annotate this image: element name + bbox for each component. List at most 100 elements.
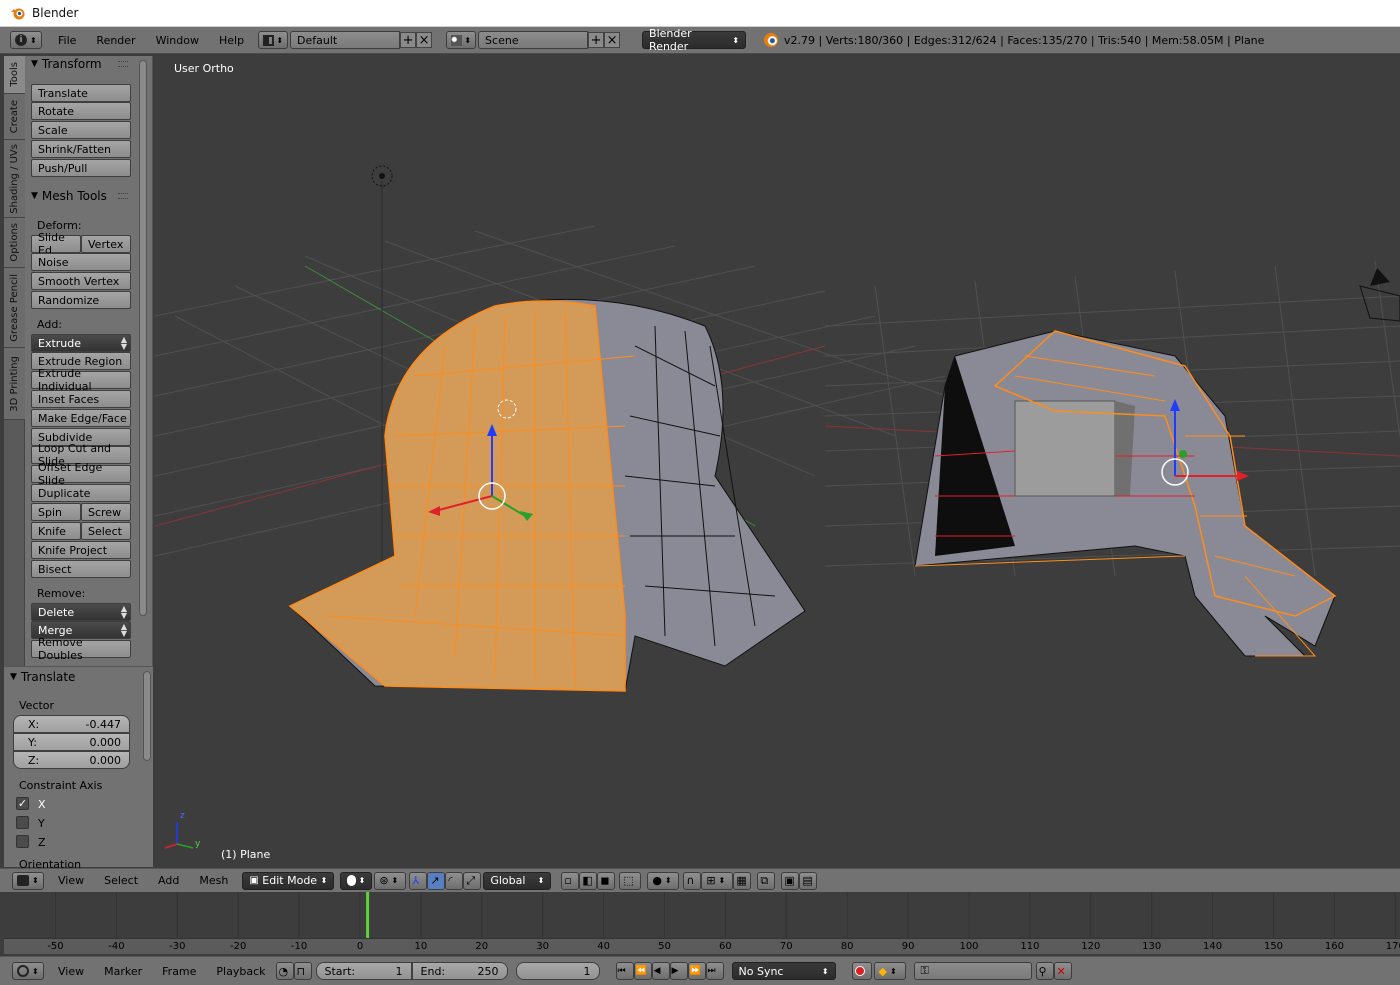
vector-y-field[interactable]: Y: 0.000 bbox=[13, 733, 130, 751]
cube-object[interactable] bbox=[1014, 400, 1116, 497]
translate-operator-header[interactable]: ▼ Translate bbox=[10, 669, 75, 685]
slide-edge-button[interactable]: Slide Ed bbox=[31, 231, 81, 257]
limit-selection-visible-button[interactable]: ⬚ bbox=[619, 871, 642, 890]
timeline-menu-marker[interactable]: Marker bbox=[94, 965, 152, 978]
proportional-editing-select[interactable]: ● ⬍ bbox=[647, 871, 680, 890]
jump-start-icon[interactable]: ⏮ bbox=[615, 962, 634, 980]
layout-name-field[interactable]: Default bbox=[290, 31, 401, 49]
jump-keyframe-forward-icon[interactable]: ⏩ bbox=[687, 962, 706, 980]
3d-viewport[interactable]: User Ortho (1) Plane z y bbox=[155, 56, 1400, 868]
knife-button[interactable]: Knife bbox=[31, 522, 81, 540]
preview-range-toggle[interactable]: ◔ bbox=[275, 962, 294, 980]
remove-layout-icon[interactable]: × bbox=[416, 32, 433, 48]
tool-shelf-scrollbar[interactable] bbox=[139, 60, 147, 616]
snap-target-button[interactable]: ▦ bbox=[733, 871, 752, 890]
timeline-menu-view[interactable]: View bbox=[48, 965, 94, 978]
tab-options[interactable]: Options bbox=[4, 218, 25, 268]
play-reverse-icon[interactable]: ◀ bbox=[651, 962, 670, 980]
extrude-menu-button[interactable]: Extrude ▲ ▼ bbox=[31, 334, 131, 352]
uv-copy-button[interactable]: ⧉ bbox=[757, 871, 776, 890]
menu-select[interactable]: Select bbox=[94, 874, 148, 887]
panel-grip-icon[interactable] bbox=[118, 61, 128, 67]
keying-mode-select[interactable]: ◆ ⬍ bbox=[873, 962, 906, 980]
edge-select-mode-button[interactable]: ◧ bbox=[579, 871, 598, 890]
keying-set-field[interactable]: ⚿ bbox=[913, 962, 1032, 980]
manipulator-toggle[interactable]: ⅄ bbox=[409, 871, 428, 890]
timeline-ruler[interactable]: -50 -40 -30 -20 -10 0 10 20 30 40 50 60 70 80 90 100 110… bbox=[4, 938, 1400, 954]
constraint-z-checkbox[interactable] bbox=[16, 835, 29, 848]
constraint-y-checkbox[interactable] bbox=[16, 816, 29, 829]
scale-manipulator-toggle[interactable]: ⤢ bbox=[463, 871, 482, 890]
bisect-button[interactable]: Bisect bbox=[31, 560, 131, 578]
timeline-menu-frame[interactable]: Frame bbox=[152, 965, 206, 978]
shrink-fatten-button[interactable]: Shrink/Fatten bbox=[31, 140, 131, 158]
remove-scene-icon[interactable]: × bbox=[604, 32, 621, 48]
menu-view[interactable]: View bbox=[48, 874, 94, 887]
rotate-button[interactable]: Rotate bbox=[31, 102, 131, 120]
menu-render[interactable]: Render bbox=[86, 34, 145, 47]
menu-help[interactable]: Help bbox=[209, 34, 254, 47]
scale-button[interactable]: Scale bbox=[31, 121, 131, 139]
knife-select-button[interactable]: Select bbox=[81, 522, 131, 540]
auto-keying-toggle[interactable] bbox=[851, 962, 872, 980]
scene-name-field[interactable]: Scene bbox=[478, 31, 589, 49]
constraint-x-checkbox[interactable]: ✓ bbox=[16, 797, 29, 810]
insert-keyframe-button[interactable]: ⚲ bbox=[1035, 962, 1054, 980]
duplicate-button[interactable]: Duplicate bbox=[31, 484, 131, 502]
delete-menu-button[interactable]: Delete ▲ ▼ bbox=[31, 603, 131, 621]
menu-add[interactable]: Add bbox=[148, 874, 189, 887]
tab-shading-uvs[interactable]: Shading / UVs bbox=[4, 140, 25, 218]
end-frame-field[interactable]: End: 250 bbox=[411, 962, 508, 980]
viewport-shading-select[interactable]: ⬍ bbox=[340, 871, 373, 890]
tab-grease-pencil[interactable]: Grease Pencil bbox=[4, 268, 25, 348]
add-scene-icon[interactable]: + bbox=[588, 32, 605, 48]
tab-create[interactable]: Create bbox=[4, 94, 25, 140]
delete-keyframe-button[interactable]: ✕ bbox=[1053, 962, 1072, 980]
tab-3d-printing[interactable]: 3D Printing bbox=[4, 348, 25, 420]
start-frame-field[interactable]: Start: 1 bbox=[315, 962, 412, 980]
editor-type-3d-button[interactable]: ⬍ bbox=[12, 871, 44, 890]
panel-grip-icon[interactable] bbox=[118, 193, 128, 199]
transform-panel-header[interactable]: ▼ Transform bbox=[31, 56, 102, 72]
knife-project-button[interactable]: Knife Project bbox=[31, 541, 131, 559]
snap-toggle[interactable]: ∩ bbox=[683, 871, 702, 890]
gizmo-x-arrowhead-right-icon[interactable] bbox=[1237, 471, 1249, 481]
face-select-mode-button[interactable]: ◼ bbox=[597, 871, 616, 890]
right-hood-mesh[interactable] bbox=[914, 330, 1337, 657]
current-frame-field[interactable]: 1 bbox=[515, 962, 600, 980]
screen-layout-button[interactable]: ⬍ bbox=[258, 31, 289, 49]
remove-doubles-button[interactable]: Remove Doubles bbox=[31, 636, 131, 662]
spin-button[interactable]: Spin bbox=[31, 503, 81, 521]
jump-keyframe-back-icon[interactable]: ⏪ bbox=[633, 962, 652, 980]
pivot-point-select[interactable]: ⊛ ⬍ bbox=[374, 871, 407, 890]
snap-element-select[interactable]: ⊞ ⬍ bbox=[701, 871, 734, 890]
randomize-button[interactable]: Randomize bbox=[31, 291, 131, 309]
translate-manipulator-toggle[interactable]: ↗ bbox=[427, 871, 446, 890]
add-layout-icon[interactable]: + bbox=[400, 32, 417, 48]
play-icon[interactable]: ▶ bbox=[669, 962, 688, 980]
smooth-vertex-button[interactable]: Smooth Vertex bbox=[31, 272, 131, 290]
transform-orientation-select[interactable]: Global ⬍ bbox=[483, 871, 552, 890]
vector-x-field[interactable]: X: -0.447 bbox=[13, 715, 130, 733]
push-pull-button[interactable]: Push/Pull bbox=[31, 159, 131, 177]
tab-tools[interactable]: Tools bbox=[4, 56, 25, 94]
left-hood-mesh[interactable] bbox=[288, 298, 806, 692]
opengl-render-animation-button[interactable]: ▤ bbox=[799, 871, 818, 890]
camera-object-icon[interactable] bbox=[1359, 285, 1400, 322]
slide-vertex-button[interactable]: Vertex bbox=[81, 235, 131, 253]
mesh-tools-panel-header[interactable]: ▼ Mesh Tools bbox=[31, 188, 107, 204]
opengl-render-image-button[interactable]: ▣ bbox=[781, 871, 800, 890]
menu-mesh[interactable]: Mesh bbox=[189, 874, 238, 887]
mode-select[interactable]: ▣ Edit Mode ⬍ bbox=[242, 871, 335, 890]
redo-panel-scrollbar[interactable] bbox=[143, 671, 151, 761]
screw-button[interactable]: Screw bbox=[81, 503, 131, 521]
vector-z-field[interactable]: Z: 0.000 bbox=[13, 751, 130, 769]
jump-end-icon[interactable]: ⏭ bbox=[705, 962, 724, 980]
sync-mode-select[interactable]: No Sync ⬍ bbox=[731, 962, 836, 980]
offset-edge-slide-button[interactable]: Offset Edge Slide bbox=[31, 461, 131, 487]
render-engine-select[interactable]: Blender Render ⬍ bbox=[642, 27, 747, 53]
translate-button[interactable]: Translate bbox=[31, 84, 131, 102]
scene-select-button[interactable]: ⬍ bbox=[446, 31, 477, 49]
gizmo-y-handle-right-icon[interactable] bbox=[1179, 450, 1187, 458]
vertex-select-mode-button[interactable]: ▫ bbox=[561, 871, 580, 890]
